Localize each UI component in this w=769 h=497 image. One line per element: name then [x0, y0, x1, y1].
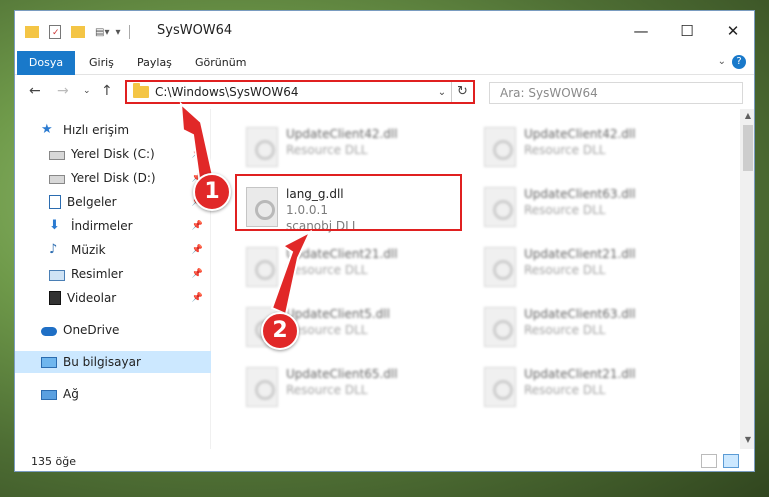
arrow-to-address-bar [179, 101, 215, 180]
step-2-badge: 2 [261, 312, 299, 350]
arrow-to-file [270, 229, 313, 316]
step-1-badge: 1 [193, 173, 231, 211]
callout-arrows [179, 101, 313, 316]
